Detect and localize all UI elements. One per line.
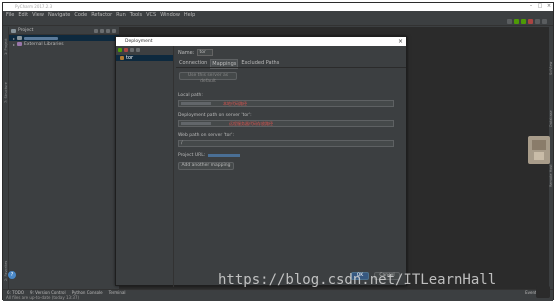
run-icon[interactable] <box>514 19 519 24</box>
maximize-icon[interactable]: □ <box>536 3 544 10</box>
server-list-toolbar <box>116 46 173 54</box>
navigation-bar <box>3 18 553 26</box>
deployment-dialog: Deployment × tor Name: tor Connection Ma… <box>115 36 407 287</box>
tool-project[interactable]: 1: Project <box>4 39 8 56</box>
local-path-annotation: 本地代码路径 <box>223 101 247 106</box>
check-icon[interactable] <box>136 48 140 52</box>
collapse-icon[interactable] <box>100 28 104 33</box>
project-url-row: Project URL: <box>178 153 241 158</box>
local-path-label: Local path: <box>178 93 203 98</box>
folder-icon <box>17 36 23 40</box>
tool-remote-host[interactable]: Remote Host <box>549 164 553 187</box>
tool-database[interactable]: Database <box>549 110 553 127</box>
library-icon <box>17 42 23 46</box>
tool-favorites[interactable]: 2: Favorites <box>4 261 8 281</box>
avatar-image <box>528 136 550 164</box>
menu-vcs[interactable]: VCS <box>146 12 156 18</box>
web-path-label: Web path on server 'tor': <box>178 133 234 138</box>
project-url-redacted[interactable] <box>208 154 241 157</box>
tree-item-label: External Libraries <box>24 41 64 47</box>
stop-icon[interactable] <box>528 19 533 24</box>
title-bar: PyCharm 2017.2.3 – □ × <box>3 3 553 11</box>
name-label: Name: <box>178 49 195 56</box>
server-settings-panel: Name: tor Connection Mappings Excluded P… <box>176 46 406 287</box>
project-root-redacted <box>24 36 59 40</box>
status-bar: All files are up-to-date (today 13:37) <box>3 295 553 301</box>
dialog-title-bar: Deployment × <box>116 37 406 46</box>
settings-icon[interactable] <box>535 19 540 24</box>
toolbar-icons <box>507 19 547 24</box>
server-icon <box>120 56 124 60</box>
name-row: Name: tor <box>178 49 214 56</box>
project-icon <box>11 28 16 33</box>
tree-row-external-libraries[interactable]: ▸ External Libraries <box>9 41 119 47</box>
server-name: tor <box>126 55 134 61</box>
hide-icon[interactable] <box>112 28 116 33</box>
deploy-path-label: Deployment path on server 'tor': <box>178 113 252 118</box>
menu-edit[interactable]: Edit <box>18 12 28 18</box>
run-config-icon[interactable] <box>507 19 512 24</box>
menu-view[interactable]: View <box>32 12 44 18</box>
tool-sciview[interactable]: SciView <box>549 62 553 75</box>
project-panel: Project ▸ ▸ External Libraries <box>9 27 119 289</box>
gear-icon[interactable] <box>106 28 110 33</box>
remove-icon[interactable] <box>124 48 128 52</box>
project-panel-header: Project <box>9 27 119 35</box>
window-title: PyCharm 2017.2.3 <box>15 4 53 9</box>
add-icon[interactable] <box>118 48 122 52</box>
use-as-default-button[interactable]: Use this server as default <box>179 72 237 84</box>
sync-icon[interactable] <box>94 28 98 33</box>
tab-divider <box>176 67 406 68</box>
menu-file[interactable]: File <box>6 12 14 18</box>
add-mapping-button[interactable]: Add another mapping <box>178 162 234 170</box>
dialog-title: Deployment <box>125 39 153 44</box>
deploy-path-field[interactable]: 远程服务器代码存放路径 <box>178 120 394 127</box>
menu-navigate[interactable]: Navigate <box>48 12 70 18</box>
expand-arrow-icon[interactable]: ▸ <box>13 42 15 47</box>
name-field[interactable]: tor <box>197 49 214 56</box>
avatar-image-detail <box>534 152 544 160</box>
help-icon[interactable]: ? <box>8 271 16 279</box>
server-item-tor[interactable]: tor <box>116 55 173 61</box>
minimize-icon[interactable]: – <box>527 3 535 10</box>
web-path-field[interactable]: / <box>178 140 394 147</box>
project-panel-title[interactable]: Project <box>18 28 33 33</box>
menu-window[interactable]: Window <box>160 12 180 18</box>
copy-icon[interactable] <box>130 48 134 52</box>
server-list-panel: tor <box>116 46 174 287</box>
expand-arrow-icon[interactable]: ▸ <box>13 36 15 41</box>
deploy-path-annotation: 远程服务器代码存放路径 <box>229 121 273 126</box>
avatar-image-detail <box>532 140 546 150</box>
web-path-value: / <box>181 141 183 146</box>
menu-bar: File Edit View Navigate Code Refactor Ru… <box>3 11 553 18</box>
tool-structure[interactable]: 7: Structure <box>4 82 8 103</box>
menu-code[interactable]: Code <box>74 12 87 18</box>
menu-refactor[interactable]: Refactor <box>91 12 112 18</box>
menu-run[interactable]: Run <box>116 12 126 18</box>
project-url-label: Project URL: <box>178 153 206 158</box>
tray-icon <box>536 286 550 298</box>
dialog-close-icon[interactable]: × <box>398 37 403 46</box>
deploy-path-redacted <box>181 122 211 125</box>
watermark-text: https://blog.csdn.net/ITLearnHall <box>218 272 497 288</box>
menu-tools[interactable]: Tools <box>130 12 142 18</box>
local-path-field[interactable]: 本地代码路径 <box>178 100 394 107</box>
debug-icon[interactable] <box>521 19 526 24</box>
close-icon[interactable]: × <box>545 3 553 10</box>
menu-help[interactable]: Help <box>184 12 195 18</box>
local-path-redacted <box>181 102 211 105</box>
search-icon[interactable] <box>542 19 547 24</box>
